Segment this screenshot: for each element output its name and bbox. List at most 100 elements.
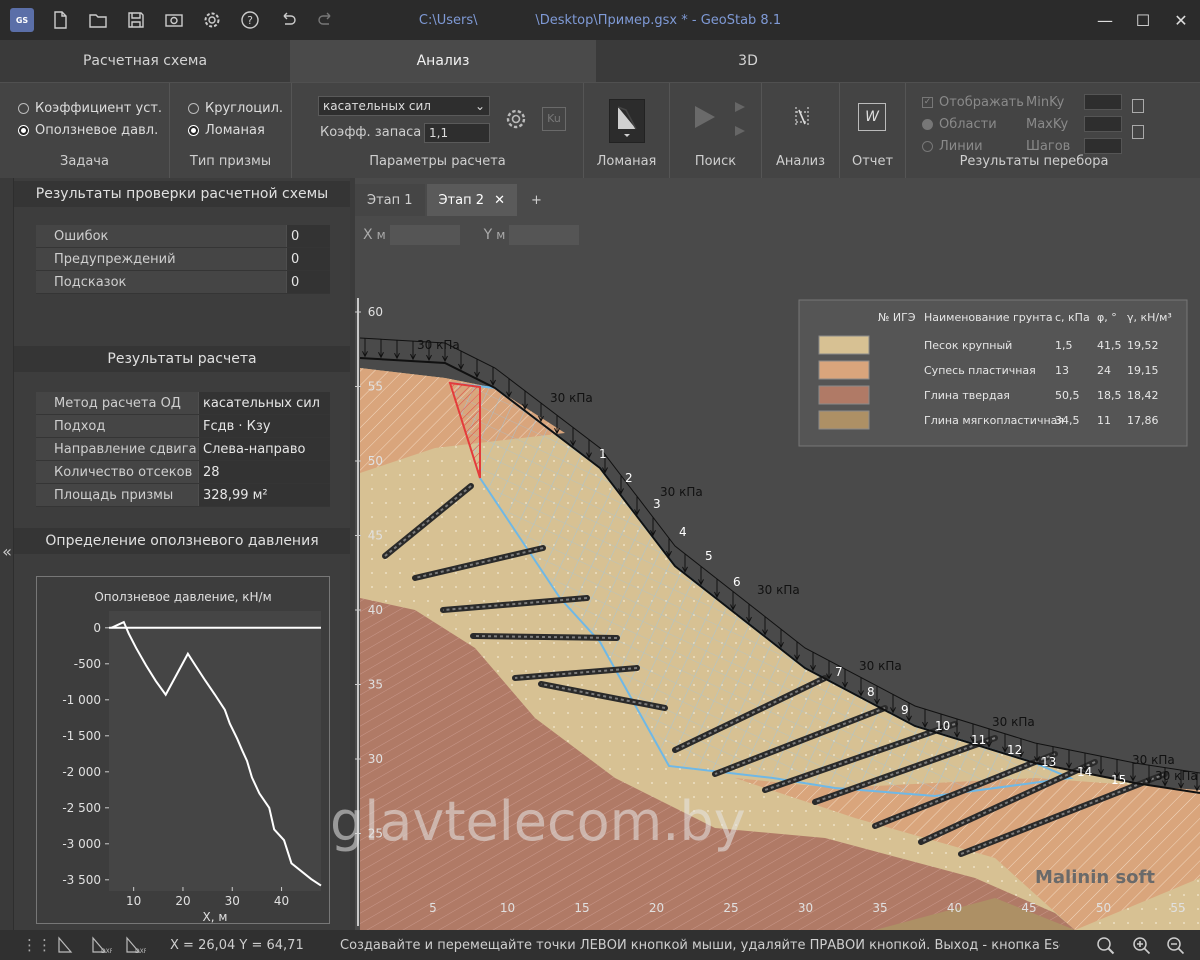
task-group: Коэффициент уст. Оползневое давл. Задача — [0, 83, 170, 179]
x-tick-label: 15 — [574, 901, 589, 915]
main-tabs: Расчетная схема Анализ 3D — [0, 40, 1200, 82]
search-group: Поиск — [670, 83, 762, 179]
svg-text:DXF: DXF — [101, 948, 112, 955]
pressure-chart: Оползневое давление, кН/м 0 -500 -1 000 -1 5… — [36, 576, 330, 924]
slope-cross-section[interactable]: 30 кПа 30 кПа 30 кПа 30 кПа 30 кПа 30 кПа 30 к… — [355, 178, 1200, 930]
open-folder-icon[interactable] — [86, 8, 110, 32]
save-icon[interactable] — [124, 8, 148, 32]
params-gear-icon[interactable] — [504, 107, 528, 131]
block-number: 8 — [867, 685, 875, 699]
tab-design-scheme[interactable]: Расчетная схема — [0, 40, 290, 82]
show-checkbox[interactable]: ✓ Отображать — [922, 91, 1030, 113]
settings-gear-icon[interactable] — [200, 8, 224, 32]
close-window-button[interactable]: ✕ — [1162, 0, 1200, 40]
report-word-icon[interactable]: W — [858, 103, 886, 131]
safety-factor-input[interactable]: 1,1 — [424, 123, 490, 143]
analysis-label: Анализ — [775, 154, 826, 169]
report-label: Отчет — [851, 154, 894, 169]
grid-dots-icon[interactable]: ⋮⋮ — [22, 936, 52, 954]
block-number: 6 — [733, 575, 741, 589]
new-file-icon[interactable] — [48, 8, 72, 32]
y-tick-label: -1 500 — [62, 729, 101, 743]
import-dxf-icon[interactable]: DXF — [124, 935, 148, 955]
steps-input[interactable] — [1084, 138, 1122, 154]
svg-text:DXF: DXF — [135, 948, 146, 955]
zoom-out-icon[interactable] — [1166, 936, 1186, 960]
task-coef-radio[interactable]: Коэффициент уст. — [18, 97, 162, 119]
tab-3d[interactable]: 3D — [596, 40, 900, 82]
doc-icon[interactable] — [1132, 99, 1144, 113]
load-label: 30 кПа — [757, 583, 800, 597]
broken-line-group: Ломаная — [584, 83, 670, 179]
maxku-input[interactable] — [1084, 116, 1122, 132]
legend-cohesion: 34,5 — [1055, 414, 1080, 427]
load-label: 30 кПа — [550, 391, 593, 405]
load-label: 30 кПа — [1155, 769, 1198, 783]
legend-unit-weight: 17,86 — [1127, 414, 1159, 427]
table-row: Предупреждений 0 — [36, 248, 330, 271]
prism-circular-radio[interactable]: Круглоцил. — [188, 97, 283, 119]
prism-broken-radio[interactable]: Ломаная — [188, 119, 283, 141]
collapse-strip[interactable]: « — [0, 178, 14, 930]
step-forward-icon[interactable] — [732, 99, 748, 119]
table-row: Площадь призмы 328,99 м² — [36, 484, 330, 507]
y-tick-label: 25 — [368, 827, 383, 841]
maxku-label: MaxKy — [1026, 116, 1069, 132]
export-dxf-icon[interactable]: DXF — [90, 935, 114, 955]
legend-cohesion: 1,5 — [1055, 339, 1073, 352]
legend-header: φ, ° — [1097, 311, 1117, 324]
legend-swatch — [818, 410, 870, 430]
screenshot-icon[interactable] — [162, 8, 186, 32]
legend-soil-name: Глина мягкопластичная — [924, 414, 1064, 427]
y-tick-label: -500 — [74, 657, 101, 671]
y-tick-label: 40 — [368, 603, 383, 617]
analysis-button-icon[interactable] — [784, 99, 820, 135]
legend-friction: 24 — [1097, 364, 1111, 377]
legend-soil-name: Супесь пластичная — [924, 364, 1036, 377]
x-tick-label: 40 — [947, 901, 962, 915]
legend-unit-weight: 19,15 — [1127, 364, 1159, 377]
collapse-left-icon[interactable]: « — [0, 542, 14, 561]
legend-cohesion: 13 — [1055, 364, 1069, 377]
legend-friction: 41,5 — [1097, 339, 1122, 352]
radio-icon — [922, 140, 933, 152]
redo-icon[interactable] — [314, 8, 338, 32]
help-icon[interactable]: ? — [238, 8, 262, 32]
method-select[interactable]: касательных сил ⌄ — [318, 96, 490, 116]
x-tick-label: 25 — [723, 901, 738, 915]
radio-selected-icon — [188, 124, 199, 136]
undo-icon[interactable] — [276, 8, 300, 32]
block-number: 11 — [971, 733, 986, 747]
legend-swatch — [818, 385, 870, 405]
block-number: 1 — [599, 447, 607, 461]
x-tick-label: 10 — [126, 894, 141, 908]
broken-line-button[interactable] — [609, 99, 645, 143]
zoom-in-icon[interactable] — [1132, 936, 1152, 960]
brand-watermark: Malinin soft — [1035, 867, 1155, 888]
chart-title: Оползневое давление, кН/м — [94, 590, 271, 604]
maximize-button[interactable]: ☐ — [1124, 0, 1162, 40]
minimize-button[interactable]: — — [1086, 0, 1124, 40]
report-group: W Отчет — [840, 83, 906, 179]
enum-results-label: Результаты перебора — [959, 154, 1109, 169]
task-landslide-radio[interactable]: Оползневое давл. — [18, 119, 162, 141]
load-label: 30 кПа — [992, 715, 1035, 729]
x-tick-label: 20 — [649, 901, 664, 915]
legend-header: Наименование грунта — [924, 311, 1053, 324]
ku-button[interactable]: Ku — [542, 107, 566, 131]
tab-analysis[interactable]: Анализ — [290, 40, 596, 82]
drawing-canvas[interactable]: Этап 1 Этап 2 ✕ + Xм Yм 30 кПа 30 кПа 30… — [355, 178, 1200, 930]
radio-icon — [188, 102, 199, 114]
chevron-down-icon: ⌄ — [474, 99, 485, 113]
step-icon[interactable] — [732, 123, 748, 143]
prism-group-label: Тип призмы — [189, 154, 272, 169]
block-number: 15 — [1111, 773, 1126, 787]
areas-radio[interactable]: Области — [922, 113, 1030, 135]
minku-input[interactable] — [1084, 94, 1122, 110]
shape-icon[interactable] — [56, 935, 78, 955]
x-tick-label: 40 — [274, 894, 289, 908]
check-results-title: Результаты проверки расчетной схемы — [14, 181, 350, 207]
zoom-fit-icon[interactable] — [1096, 936, 1116, 960]
play-search-icon[interactable] — [686, 99, 722, 135]
doc-edit-icon[interactable] — [1132, 125, 1144, 139]
